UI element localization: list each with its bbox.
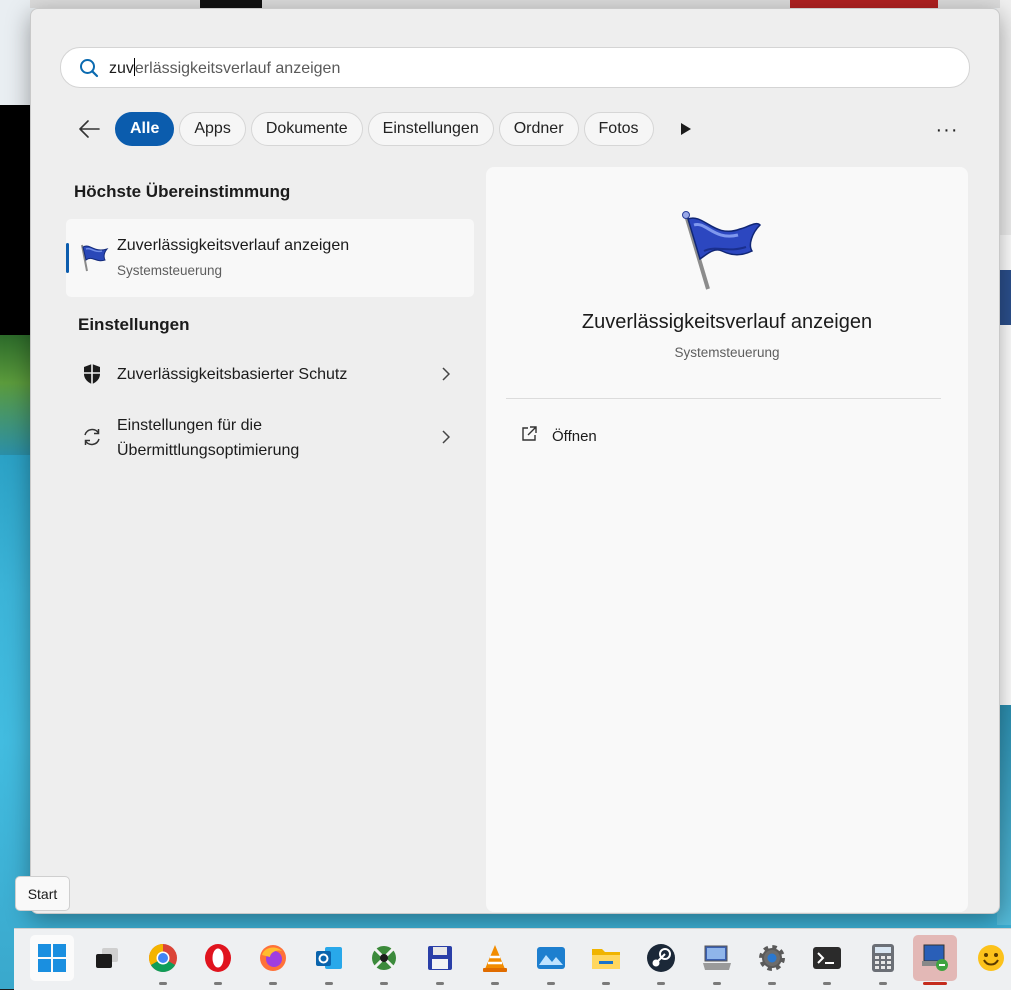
filter-chip-alle[interactable]: Alle (115, 112, 175, 146)
start-tooltip: Start (15, 876, 70, 911)
best-match-subtitle: Systemsteuerung (117, 263, 223, 278)
outlook-icon[interactable] (307, 935, 351, 985)
detail-subtitle: Systemsteuerung (674, 345, 780, 360)
open-action-label: Öffnen (552, 427, 597, 445)
running-indicator (214, 982, 222, 985)
terminal-icon[interactable] (805, 935, 849, 985)
running-indicator (602, 982, 610, 985)
running-indicator (768, 982, 776, 985)
vlc-icon[interactable] (473, 935, 517, 985)
filter-chip-apps[interactable]: Apps (179, 112, 246, 146)
task-view-icon[interactable] (85, 935, 129, 981)
photos-icon[interactable] (529, 935, 573, 985)
settings-gear-icon[interactable] (750, 935, 794, 985)
remote-desktop-icon[interactable] (913, 935, 957, 985)
running-indicator (269, 982, 277, 985)
chrome-icon[interactable] (141, 935, 185, 985)
settings-heading: Einstellungen (78, 315, 190, 334)
start-search-panel: zuverlässigkeitsverlauf anzeigen Alle Ap… (30, 8, 1000, 914)
remote-computer-icon[interactable] (695, 935, 739, 985)
filter-bar: Alle Apps Dokumente Einstellungen Ordner… (71, 111, 701, 147)
opera-icon[interactable] (196, 935, 240, 985)
settings-result-label: Zuverlässigkeitsbasierter Schutz (117, 366, 348, 383)
save-disk-icon[interactable] (418, 935, 462, 985)
running-indicator (713, 982, 721, 985)
open-external-icon (520, 425, 538, 448)
file-explorer-icon[interactable] (584, 935, 628, 985)
blue-flag-icon (682, 211, 766, 291)
firefox-icon[interactable] (251, 935, 295, 985)
search-typed-text: zuv (109, 59, 134, 77)
settings-result-label-line1: Einstellungen für die (117, 417, 262, 434)
open-action[interactable]: Öffnen (520, 425, 597, 447)
chevron-right-icon (438, 429, 454, 445)
running-indicator-active (923, 982, 947, 985)
settings-result-label-line2: Übermittlungsoptimierung (117, 442, 300, 459)
more-filters-play-icon[interactable] (671, 112, 701, 146)
filter-chip-ordner[interactable]: Ordner (498, 112, 579, 146)
result-detail-pane: Zuverlässigkeitsverlauf anzeigen Systems… (486, 167, 968, 912)
running-indicator (547, 982, 555, 985)
sync-icon (80, 425, 104, 449)
shield-icon (80, 362, 104, 386)
more-options-icon[interactable]: ··· (927, 113, 967, 147)
filter-chip-fotos[interactable]: Fotos (583, 112, 654, 146)
search-box[interactable]: zuverlässigkeitsverlauf anzeigen (60, 47, 970, 88)
selection-indicator (66, 243, 69, 273)
running-indicator (879, 982, 887, 985)
running-indicator (325, 982, 333, 985)
running-indicator (823, 982, 831, 985)
filter-chip-einstellungen[interactable]: Einstellungen (367, 112, 494, 146)
best-match-result[interactable]: Zuverlässigkeitsverlauf anzeigen Systems… (66, 219, 474, 297)
windows-start-icon[interactable] (30, 935, 74, 981)
taskbar (14, 928, 1011, 990)
emoji-icon[interactable] (969, 935, 1011, 981)
running-indicator (436, 982, 444, 985)
detail-title: Zuverlässigkeitsverlauf anzeigen (581, 311, 873, 333)
filter-chip-dokumente[interactable]: Dokumente (250, 112, 363, 146)
running-indicator (159, 982, 167, 985)
steam-icon[interactable] (639, 935, 683, 985)
calculator-icon[interactable] (861, 935, 905, 985)
best-match-heading: Höchste Übereinstimmung (74, 182, 291, 201)
settings-result-delivery-optimization[interactable]: Einstellungen für die Übermittlungsoptim… (66, 409, 474, 469)
search-input[interactable]: zuverlässigkeitsverlauf anzeigen (109, 57, 341, 78)
detail-divider (506, 398, 941, 399)
desktop-window-edge (0, 105, 30, 335)
best-match-title: Zuverlässigkeitsverlauf anzeigen (117, 237, 350, 254)
search-icon (69, 48, 109, 87)
back-arrow-icon[interactable] (71, 111, 107, 147)
running-indicator (380, 982, 388, 985)
running-indicator (491, 982, 499, 985)
chevron-right-icon (438, 366, 454, 382)
settings-result-reputation-protection[interactable]: Zuverlässigkeitsbasierter Schutz (66, 349, 474, 399)
network-tool-icon[interactable] (362, 935, 406, 985)
blue-flag-icon (78, 241, 110, 273)
running-indicator (657, 982, 665, 985)
desktop-wallpaper-trees (0, 335, 30, 455)
background-windows-strip (30, 0, 1000, 8)
search-suggestion-text: erlässigkeitsverlauf anzeigen (134, 59, 341, 77)
